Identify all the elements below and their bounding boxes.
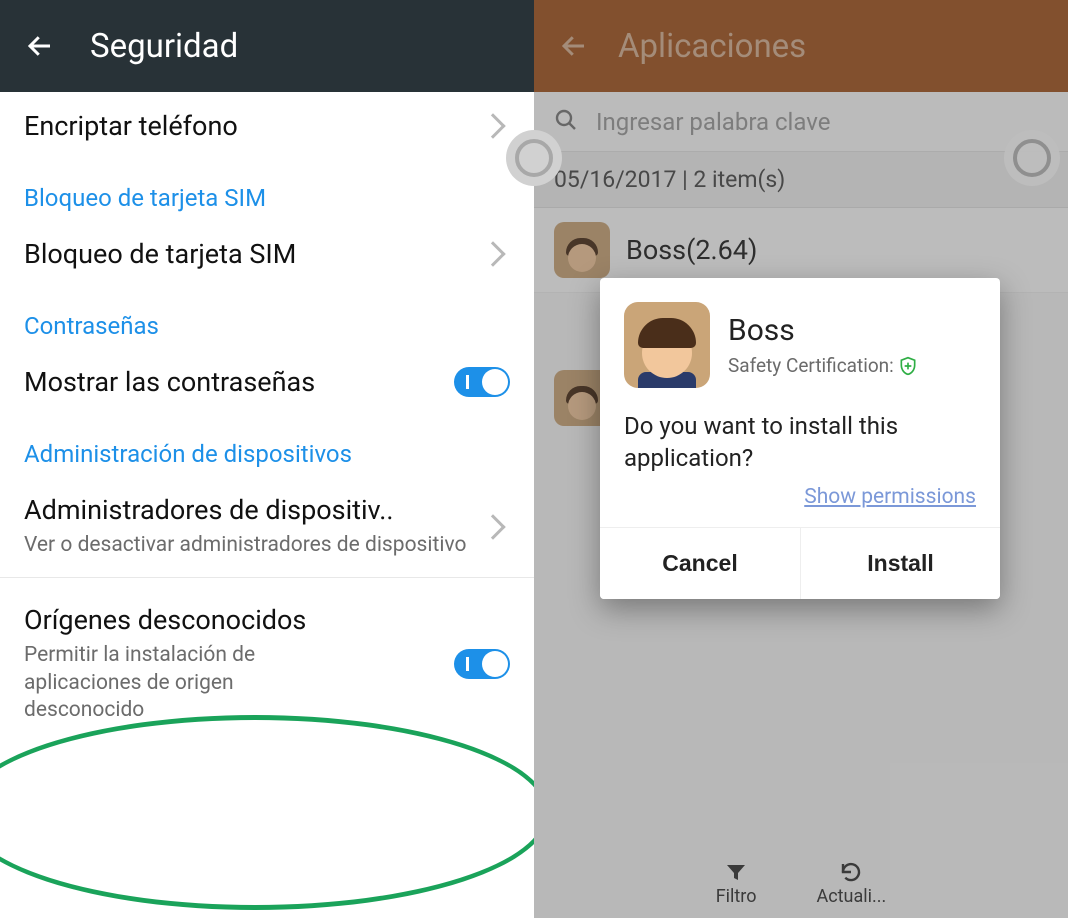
assistive-touch-icon[interactable] bbox=[1004, 130, 1060, 186]
back-arrow-icon[interactable] bbox=[554, 26, 594, 66]
device-admins-label: Administradores de dispositiv.. bbox=[24, 494, 474, 526]
security-header: Seguridad bbox=[0, 0, 534, 92]
cert-text: Safety Certification: bbox=[728, 354, 894, 377]
install-button[interactable]: Install bbox=[800, 528, 1000, 599]
passwords-section-header: Contraseñas bbox=[0, 288, 534, 348]
bottom-toolbar: Filtro Actuali... bbox=[534, 848, 1068, 918]
safety-certification-label: Safety Certification: bbox=[728, 354, 918, 377]
device-admin-section-header: Administración de dispositivos bbox=[0, 416, 534, 476]
search-placeholder: Ingresar palabra clave bbox=[596, 108, 830, 136]
unknown-sources-toggle[interactable] bbox=[454, 649, 510, 679]
encrypt-phone-row[interactable]: Encriptar teléfono bbox=[0, 92, 534, 160]
sim-lock-section-header: Bloqueo de tarjeta SIM bbox=[0, 160, 534, 220]
apps-title: Aplicaciones bbox=[618, 27, 806, 66]
show-passwords-row[interactable]: Mostrar las contraseñas bbox=[0, 348, 534, 416]
dialog-app-name: Boss bbox=[728, 313, 918, 348]
dialog-message: Do you want to install this application? bbox=[600, 396, 1000, 475]
shield-plus-icon bbox=[898, 356, 918, 376]
filter-button[interactable]: Filtro bbox=[716, 860, 757, 907]
search-icon bbox=[554, 108, 578, 136]
dialog-header: Boss Safety Certification: bbox=[600, 278, 1000, 396]
show-passwords-label: Mostrar las contraseñas bbox=[24, 366, 444, 398]
chevron-right-icon bbox=[480, 241, 505, 266]
cancel-button[interactable]: Cancel bbox=[600, 528, 800, 599]
apps-header: Aplicaciones bbox=[534, 0, 1068, 92]
chevron-right-icon bbox=[480, 514, 505, 539]
show-passwords-toggle[interactable] bbox=[454, 367, 510, 397]
show-permissions-link[interactable]: Show permissions bbox=[804, 485, 976, 509]
applications-pane: Aplicaciones Ingresar palabra clave 05/1… bbox=[534, 0, 1068, 918]
filter-label: Filtro bbox=[716, 886, 757, 907]
device-admins-row[interactable]: Administradores de dispositiv.. Ver o de… bbox=[0, 476, 534, 577]
refresh-label: Actuali... bbox=[817, 886, 887, 907]
search-bar[interactable]: Ingresar palabra clave bbox=[534, 92, 1068, 152]
list-meta: 05/16/2017 | 2 item(s) bbox=[534, 152, 1068, 208]
unknown-sources-row[interactable]: Orígenes desconocidos Permitir la instal… bbox=[0, 578, 534, 750]
unknown-sources-label: Orígenes desconocidos bbox=[24, 604, 444, 636]
refresh-button[interactable]: Actuali... bbox=[817, 860, 887, 907]
app-name: Boss(2.64) bbox=[626, 234, 757, 266]
back-arrow-icon[interactable] bbox=[20, 26, 60, 66]
chevron-right-icon bbox=[480, 113, 505, 138]
unknown-sources-sub: Permitir la instalación de aplicaciones … bbox=[24, 642, 324, 724]
install-dialog: Boss Safety Certification: Do you wan bbox=[600, 278, 1000, 599]
assistive-touch-icon[interactable] bbox=[506, 130, 562, 186]
encrypt-phone-label: Encriptar teléfono bbox=[24, 110, 474, 142]
security-title: Seguridad bbox=[90, 27, 238, 66]
security-settings-pane: Seguridad Encriptar teléfono Bloqueo de … bbox=[0, 0, 534, 918]
app-icon bbox=[624, 302, 710, 388]
dialog-actions: Cancel Install bbox=[600, 527, 1000, 599]
device-admins-sub: Ver o desactivar administradores de disp… bbox=[24, 532, 474, 559]
sim-lock-row[interactable]: Bloqueo de tarjeta SIM bbox=[0, 220, 534, 288]
app-icon bbox=[554, 222, 610, 278]
sim-lock-label: Bloqueo de tarjeta SIM bbox=[24, 238, 474, 270]
